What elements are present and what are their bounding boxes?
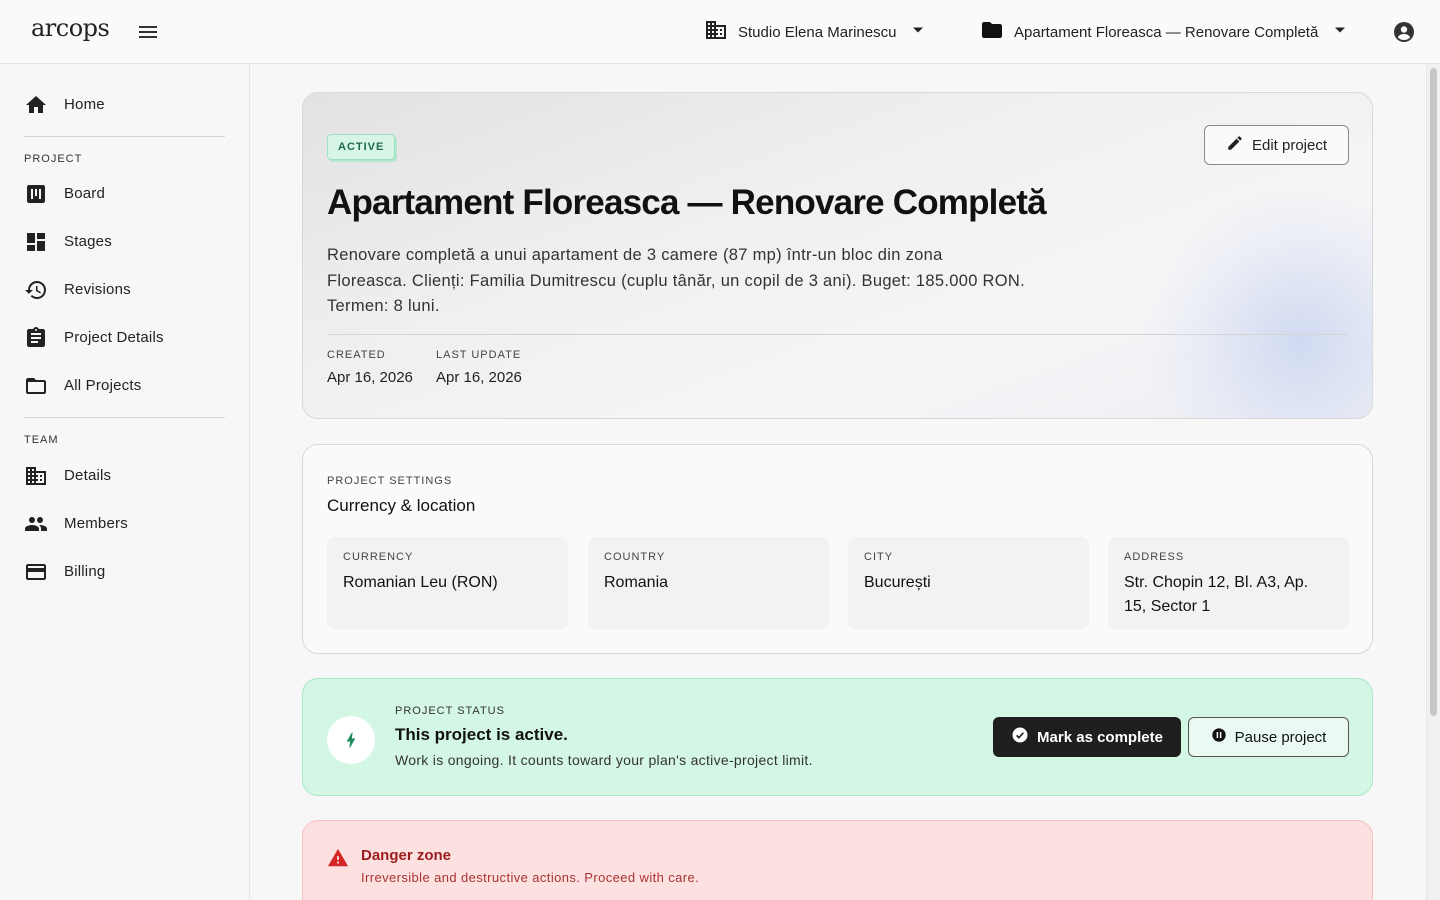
- tile-value: Romania: [604, 574, 669, 591]
- status-description: Work is ongoing. It counts toward your p…: [395, 752, 813, 768]
- mark-complete-button[interactable]: Mark as complete: [993, 717, 1181, 757]
- check-circle-icon: [1011, 726, 1029, 749]
- business-icon: [704, 18, 728, 47]
- top-bar: arcops Studio Elena Marinescu Apartament…: [0, 0, 1440, 64]
- sidebar-item-label: Billing: [64, 563, 106, 580]
- tile-label: COUNTRY: [604, 551, 666, 563]
- page-title: Apartament Floreasca — Renovare Completă: [327, 183, 1047, 222]
- danger-zone-card: Danger zone Irreversible and destructive…: [302, 820, 1373, 900]
- project-settings-card: PROJECT SETTINGS Currency & location CUR…: [302, 444, 1373, 654]
- tile-value: București: [864, 574, 931, 591]
- tile-value: Str. Chopin 12, Bl. A3, Ap. 15, Sector 1: [1124, 574, 1309, 615]
- sidebar-item-stages[interactable]: Stages: [0, 222, 249, 262]
- sidebar-divider: [24, 417, 225, 418]
- divider: [327, 334, 1349, 335]
- project-description: Renovare completă a unui apartament de 3…: [327, 246, 1025, 315]
- tile-label: CITY: [864, 551, 894, 563]
- domain-icon: [24, 464, 48, 488]
- last-update-value: Apr 16, 2026: [436, 369, 522, 386]
- edit-project-button[interactable]: Edit project: [1204, 125, 1349, 165]
- pause-project-label: Pause project: [1234, 728, 1327, 746]
- bolt-icon: [327, 716, 375, 764]
- dashboard-icon: [24, 230, 48, 254]
- mark-complete-label: Mark as complete: [1037, 728, 1163, 746]
- sidebar-section-project: PROJECT: [24, 153, 83, 165]
- sidebar-section-team: TEAM: [24, 434, 59, 446]
- sidebar-item-label: Members: [64, 515, 128, 532]
- pause-circle-icon: [1211, 727, 1227, 748]
- sidebar: Home PROJECT Board Stages Revisions Proj…: [0, 64, 250, 900]
- last-update-label: LAST UPDATE: [436, 349, 522, 361]
- account-icon[interactable]: [1392, 20, 1416, 44]
- sidebar-item-label: Stages: [64, 233, 112, 250]
- sidebar-item-members[interactable]: Members: [0, 504, 249, 544]
- danger-zone-description: Irreversible and destructive actions. Pr…: [361, 870, 700, 885]
- settings-title: Currency & location: [327, 496, 476, 515]
- danger-zone-title: Danger zone: [361, 847, 452, 864]
- sidebar-item-project-details[interactable]: Project Details: [0, 318, 249, 358]
- warning-icon: [327, 847, 349, 869]
- sidebar-item-label: Project Details: [64, 329, 164, 346]
- sidebar-item-home[interactable]: Home: [0, 85, 249, 125]
- pause-project-button[interactable]: Pause project: [1188, 717, 1349, 757]
- app-logo[interactable]: arcops: [31, 14, 110, 42]
- sidebar-divider: [24, 136, 225, 137]
- sidebar-item-billing[interactable]: Billing: [0, 552, 249, 592]
- currency-tile: CURRENCY Romanian Leu (RON): [327, 537, 568, 629]
- tile-label: CURRENCY: [343, 551, 414, 563]
- sidebar-item-all-projects[interactable]: All Projects: [0, 366, 249, 406]
- status-badge: ACTIVE: [327, 134, 396, 160]
- studio-selector[interactable]: Studio Elena Marinescu: [704, 20, 924, 44]
- board-icon: [24, 182, 48, 206]
- sidebar-item-label: Details: [64, 467, 112, 484]
- edit-project-label: Edit project: [1251, 136, 1328, 154]
- settings-section-label: PROJECT SETTINGS: [327, 475, 453, 487]
- history-icon: [24, 278, 48, 302]
- decorative-blob: [1132, 198, 1372, 418]
- sidebar-item-team-details[interactable]: Details: [0, 456, 249, 496]
- folder-outline-icon: [24, 374, 48, 398]
- main-content: ACTIVE Edit project Apartament Floreasca…: [250, 64, 1426, 900]
- people-icon: [24, 512, 48, 536]
- created-value: Apr 16, 2026: [327, 369, 413, 386]
- tile-label: ADDRESS: [1124, 551, 1185, 563]
- country-tile: COUNTRY Romania: [588, 537, 829, 629]
- sidebar-item-revisions[interactable]: Revisions: [0, 270, 249, 310]
- studio-name: Studio Elena Marinescu: [738, 23, 897, 41]
- sidebar-item-label: Revisions: [64, 281, 131, 298]
- clipboard-icon: [24, 326, 48, 350]
- home-icon: [24, 93, 48, 117]
- chevron-down-icon: [1334, 23, 1346, 41]
- credit-card-icon: [24, 560, 48, 584]
- project-name: Apartament Floreasca — Renovare Completă: [1014, 23, 1319, 41]
- project-status-card: PROJECT STATUS This project is active. W…: [302, 678, 1373, 796]
- menu-icon[interactable]: [136, 20, 160, 44]
- created-label: CREATED: [327, 349, 386, 361]
- status-section-label: PROJECT STATUS: [395, 705, 505, 717]
- project-selector[interactable]: Apartament Floreasca — Renovare Completă: [980, 20, 1346, 44]
- project-hero-card: ACTIVE Edit project Apartament Floreasca…: [302, 92, 1373, 419]
- status-title: This project is active.: [395, 725, 568, 744]
- chevron-down-icon: [912, 23, 924, 41]
- tile-value: Romanian Leu (RON): [343, 574, 498, 591]
- address-tile: ADDRESS Str. Chopin 12, Bl. A3, Ap. 15, …: [1108, 537, 1349, 629]
- pencil-icon: [1226, 134, 1244, 157]
- city-tile: CITY București: [848, 537, 1089, 629]
- scrollbar-thumb[interactable]: [1430, 68, 1437, 716]
- sidebar-item-label: Home: [64, 96, 105, 113]
- folder-icon: [980, 18, 1004, 47]
- sidebar-item-label: Board: [64, 185, 106, 202]
- sidebar-item-board[interactable]: Board: [0, 174, 249, 214]
- sidebar-item-label: All Projects: [64, 377, 142, 394]
